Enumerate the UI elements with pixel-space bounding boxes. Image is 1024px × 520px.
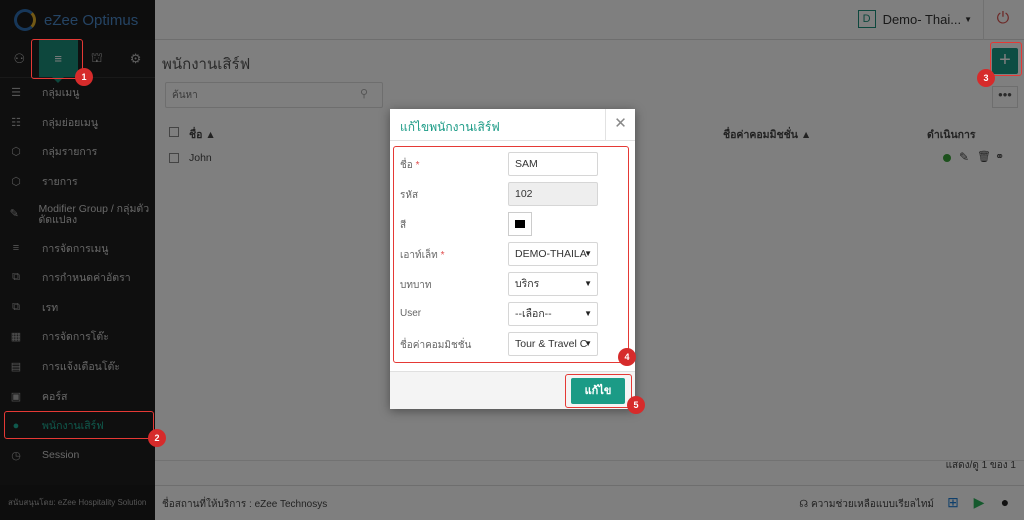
step-badge: 4 xyxy=(618,348,636,366)
highlight-box xyxy=(393,146,629,363)
modal-header: แก้ไขพนักงานเสิร์ฟ ✕ xyxy=(390,109,635,141)
highlight-box xyxy=(4,411,154,439)
step-badge: 1 xyxy=(75,68,93,86)
step-badge: 3 xyxy=(977,69,995,87)
highlight-box xyxy=(990,42,1022,76)
highlight-box xyxy=(565,374,632,408)
modal-title: แก้ไขพนักงานเสิร์ฟ xyxy=(400,120,500,134)
step-badge: 2 xyxy=(148,429,166,447)
close-icon[interactable]: ✕ xyxy=(605,109,635,141)
step-badge: 5 xyxy=(627,396,645,414)
